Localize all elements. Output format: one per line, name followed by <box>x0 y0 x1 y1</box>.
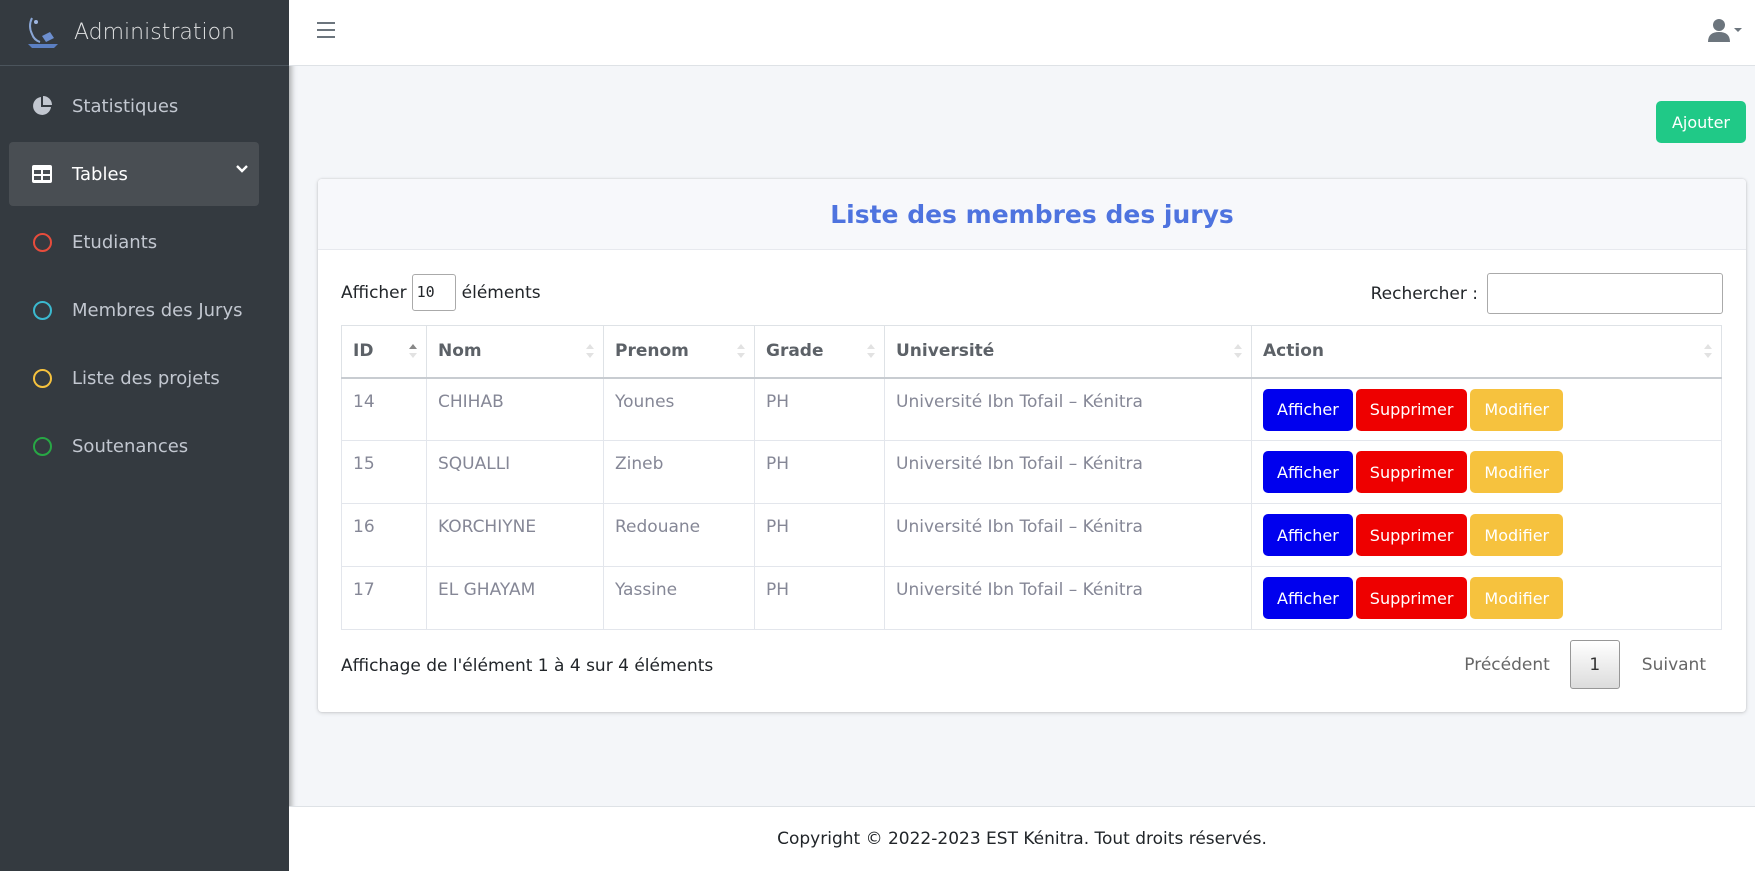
sort-icon <box>737 344 745 358</box>
sidebar-item-tables[interactable]: Tables <box>9 142 259 206</box>
next-page-button[interactable]: Suivant <box>1642 655 1706 675</box>
circle-icon <box>32 232 52 252</box>
sidebar-item-label: Liste des projets <box>72 367 220 389</box>
cell-id: 14 <box>341 377 427 441</box>
cell-id: 16 <box>341 503 427 567</box>
sidebar-item-label: Soutenances <box>72 435 189 457</box>
brand-title: Administration <box>74 20 235 45</box>
brand-link[interactable]: Administration <box>0 0 289 66</box>
pie-chart-icon <box>32 96 52 116</box>
cell-universite: Université Ibn Tofail – Kénitra <box>884 566 1252 630</box>
cell-grade: PH <box>754 440 885 504</box>
cell-actions: Afficher Supprimer Modifier <box>1251 377 1722 441</box>
jury-members-card: Liste des membres des jurys Afficher 10 … <box>318 179 1746 712</box>
table-row: 14 CHIHAB Younes PH Université Ibn Tofai… <box>341 377 1722 441</box>
search-input[interactable] <box>1487 273 1723 314</box>
sidebar-item-label: Membres des Jurys <box>72 299 243 321</box>
cell-universite: Université Ibn Tofail – Kénitra <box>884 377 1252 441</box>
add-button[interactable]: Ajouter <box>1656 101 1746 143</box>
table-info: Affichage de l'élément 1 à 4 sur 4 éléme… <box>341 656 714 676</box>
cell-id: 17 <box>341 566 427 630</box>
sort-icon <box>867 344 875 358</box>
sidebar-item-liste-des-projets[interactable]: Liste des projets <box>9 346 259 410</box>
delete-button[interactable]: Supprimer <box>1355 451 1468 493</box>
cell-actions: Afficher Supprimer Modifier <box>1251 566 1722 630</box>
column-header-nom[interactable]: Nom <box>426 325 604 379</box>
user-menu-icon[interactable] <box>1707 18 1743 42</box>
sort-asc-icon <box>409 344 417 358</box>
menu-toggle-icon[interactable] <box>317 22 335 38</box>
sort-icon <box>1234 344 1242 358</box>
cell-prenom: Younes <box>603 377 755 441</box>
sidebar: Administration Statistiques Tables Etudi… <box>0 0 289 871</box>
page-1-button[interactable]: 1 <box>1569 640 1620 689</box>
cell-actions: Afficher Supprimer Modifier <box>1251 503 1722 567</box>
length-prefix: Afficher <box>341 282 407 303</box>
cell-actions: Afficher Supprimer Modifier <box>1251 440 1722 504</box>
circle-icon <box>32 368 52 388</box>
edit-button[interactable]: Modifier <box>1470 577 1564 619</box>
copyright-text: Copyright © 2022-2023 EST Kénitra. Tout … <box>777 829 1267 849</box>
table-icon <box>32 164 52 184</box>
cell-grade: PH <box>754 566 885 630</box>
cell-prenom: Zineb <box>603 440 755 504</box>
edit-button[interactable]: Modifier <box>1470 514 1564 556</box>
cell-nom: CHIHAB <box>426 377 604 441</box>
table-header-row: ID Nom Prenom Grade Université Action <box>341 325 1722 379</box>
show-button[interactable]: Afficher <box>1263 388 1353 431</box>
column-header-universite[interactable]: Université <box>884 325 1252 379</box>
page-title: Liste des membres des jurys <box>830 199 1234 229</box>
column-header-grade[interactable]: Grade <box>754 325 885 379</box>
sidebar-item-membres-des-jurys[interactable]: Membres des Jurys <box>9 278 259 342</box>
search-label: Rechercher : <box>1370 283 1478 304</box>
delete-button[interactable]: Supprimer <box>1355 514 1468 556</box>
length-control: Afficher 10 éléments <box>341 274 541 311</box>
top-navbar <box>289 0 1755 66</box>
sidebar-item-etudiants[interactable]: Etudiants <box>9 210 259 274</box>
cell-grade: PH <box>754 377 885 441</box>
circle-icon <box>32 436 52 456</box>
column-header-id[interactable]: ID <box>341 325 427 379</box>
cell-id: 15 <box>341 440 427 504</box>
cell-prenom: Redouane <box>603 503 755 567</box>
delete-button[interactable]: Supprimer <box>1355 577 1468 619</box>
chevron-down-icon <box>236 165 248 173</box>
cell-nom: KORCHIYNE <box>426 503 604 567</box>
cell-prenom: Yassine <box>603 566 755 630</box>
length-suffix: éléments <box>461 282 541 303</box>
show-button[interactable]: Afficher <box>1263 451 1353 493</box>
cell-nom: SQUALLI <box>426 440 604 504</box>
sidebar-item-soutenances[interactable]: Soutenances <box>9 414 259 478</box>
sidebar-item-statistiques[interactable]: Statistiques <box>9 74 259 138</box>
show-button[interactable]: Afficher <box>1263 514 1353 556</box>
page-length-select[interactable]: 10 <box>411 274 456 311</box>
footer: Copyright © 2022-2023 EST Kénitra. Tout … <box>289 806 1755 871</box>
table-row: 16 KORCHIYNE Redouane PH Université Ibn … <box>341 503 1722 567</box>
card-header: Liste des membres des jurys <box>318 179 1746 250</box>
sidebar-item-label: Etudiants <box>72 231 158 253</box>
column-header-action[interactable]: Action <box>1251 325 1722 379</box>
table-row: 15 SQUALLI Zineb PH Université Ibn Tofai… <box>341 440 1722 504</box>
show-button[interactable]: Afficher <box>1263 577 1353 619</box>
sort-icon <box>586 344 594 358</box>
table-row: 17 EL GHAYAM Yassine PH Université Ibn T… <box>341 566 1722 630</box>
delete-button[interactable]: Supprimer <box>1355 388 1468 431</box>
edit-button[interactable]: Modifier <box>1470 451 1564 493</box>
cell-universite: Université Ibn Tofail – Kénitra <box>884 440 1252 504</box>
sort-icon <box>1704 344 1712 358</box>
circle-icon <box>32 300 52 320</box>
admin-logo-icon <box>28 17 58 48</box>
sidebar-item-label: Tables <box>72 163 128 185</box>
column-header-prenom[interactable]: Prenom <box>603 325 755 379</box>
cell-grade: PH <box>754 503 885 567</box>
cell-nom: EL GHAYAM <box>426 566 604 630</box>
sidebar-item-label: Statistiques <box>72 95 179 117</box>
sidebar-nav: Statistiques Tables Etudiants Membres de… <box>0 66 289 478</box>
previous-page-button[interactable]: Précédent <box>1464 655 1550 675</box>
jury-members-table: ID Nom Prenom Grade Université Action 14… <box>341 325 1722 630</box>
pagination: Précédent 1 Suivant <box>1464 640 1706 689</box>
search-control: Rechercher : <box>1371 273 1723 314</box>
edit-button[interactable]: Modifier <box>1470 388 1564 431</box>
cell-universite: Université Ibn Tofail – Kénitra <box>884 503 1252 567</box>
